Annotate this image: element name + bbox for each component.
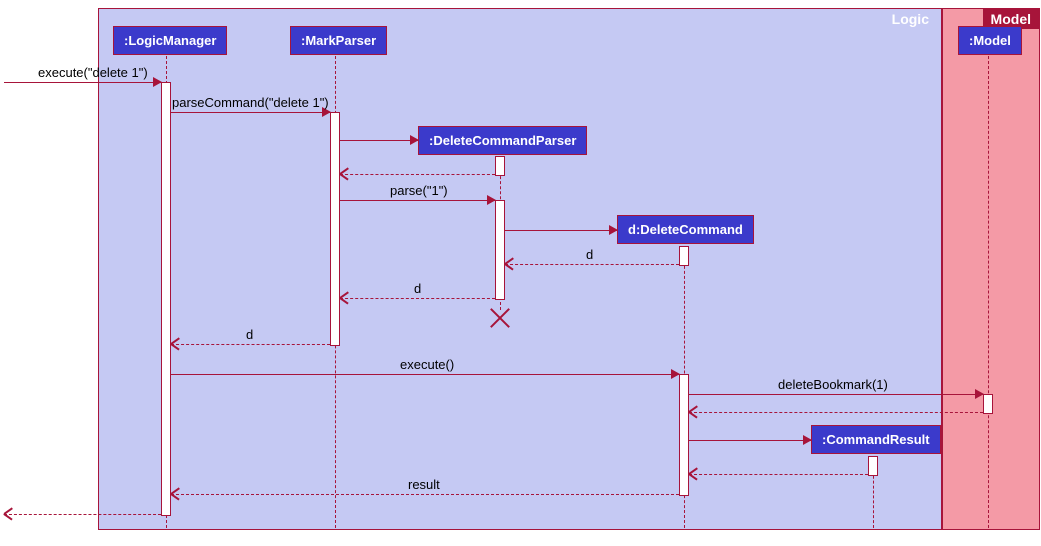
msg-parse-command-label: parseCommand("delete 1") — [172, 95, 329, 110]
msg-execute-in — [4, 82, 161, 83]
participant-delete-command-parser: :DeleteCommandParser — [418, 126, 587, 155]
activation-delete-command-1 — [679, 246, 689, 266]
msg-delete-bookmark — [689, 394, 983, 395]
activation-delete-command-parser-2 — [495, 200, 505, 300]
msg-result — [171, 494, 679, 495]
activation-delete-command-2 — [679, 374, 689, 496]
msg-create-dcp — [340, 140, 418, 141]
msg-return-dcp-create — [340, 174, 495, 175]
activation-logic-manager — [161, 82, 171, 516]
participant-command-result: :CommandResult — [811, 425, 941, 454]
destroy-delete-command-parser — [490, 308, 510, 328]
lifeline-model — [988, 56, 989, 528]
msg-execute-in-label: execute("delete 1") — [38, 65, 148, 80]
msg-result-label: result — [408, 477, 440, 492]
msg-create-cr — [689, 440, 811, 441]
participant-logic-manager: :LogicManager — [113, 26, 227, 55]
msg-parse-command — [171, 112, 330, 113]
msg-create-dc — [505, 230, 617, 231]
model-frame: Model — [942, 8, 1040, 530]
activation-command-result — [868, 456, 878, 476]
msg-return-d2 — [340, 298, 495, 299]
participant-mark-parser: :MarkParser — [290, 26, 387, 55]
msg-return-d3-label: d — [246, 327, 253, 342]
msg-parse-label: parse("1") — [390, 183, 448, 198]
activation-model — [983, 394, 993, 414]
participant-delete-command: d:DeleteCommand — [617, 215, 754, 244]
msg-return-d1-label: d — [586, 247, 593, 262]
msg-return-external — [4, 514, 161, 515]
participant-model: :Model — [958, 26, 1022, 55]
msg-return-d3 — [171, 344, 330, 345]
activation-mark-parser — [330, 112, 340, 346]
msg-return-d1 — [505, 264, 679, 265]
msg-return-cr — [689, 474, 868, 475]
msg-delete-bookmark-label: deleteBookmark(1) — [778, 377, 888, 392]
msg-execute-call — [171, 374, 679, 375]
msg-parse — [340, 200, 495, 201]
msg-execute-call-label: execute() — [400, 357, 454, 372]
logic-frame-label: Logic — [880, 9, 941, 29]
msg-return-d2-label: d — [414, 281, 421, 296]
activation-delete-command-parser-1 — [495, 156, 505, 176]
msg-return-model — [689, 412, 983, 413]
